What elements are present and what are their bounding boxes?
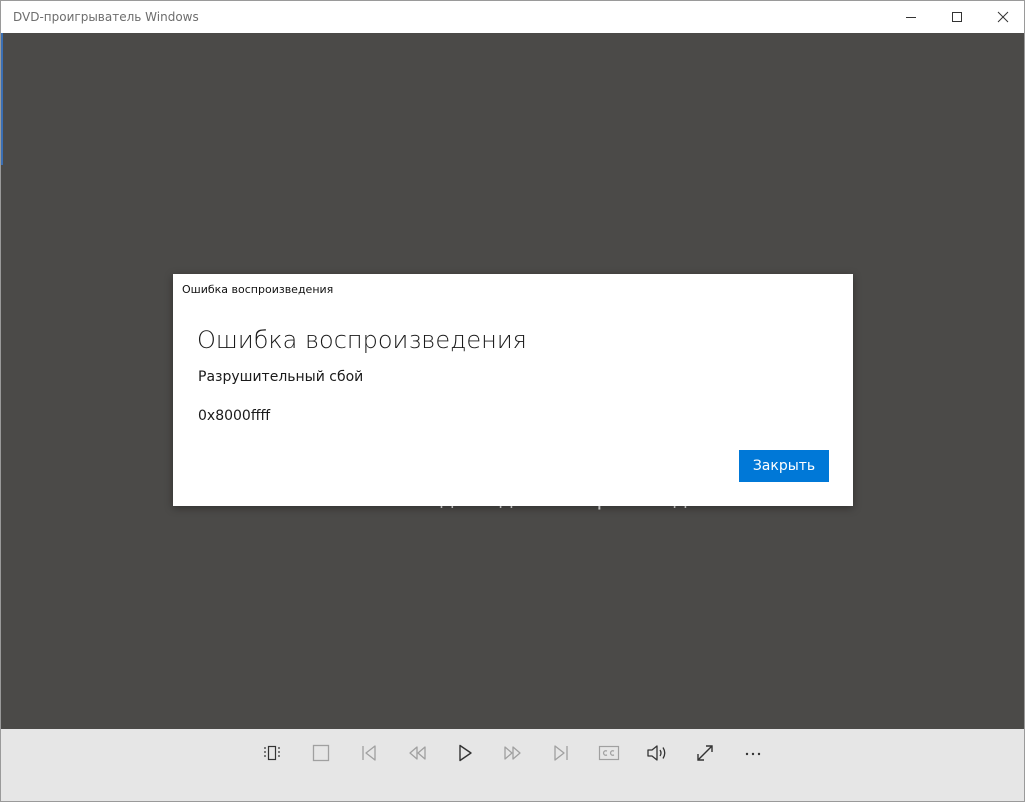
full-screen-icon — [697, 745, 713, 761]
close-window-button[interactable] — [980, 1, 1025, 33]
previous-chapter-button[interactable] — [349, 737, 389, 769]
menu-icon — [264, 745, 280, 761]
captions-button[interactable] — [589, 737, 629, 769]
error-code: 0x8000ffff — [198, 408, 271, 424]
stop-button[interactable] — [301, 737, 341, 769]
minimize-button[interactable] — [888, 1, 934, 33]
error-dialog: Ошибка воспроизведения Ошибка воспроизве… — [173, 274, 853, 506]
volume-icon — [647, 745, 666, 761]
captions-icon — [598, 745, 620, 761]
playback-control-bar — [1, 729, 1024, 801]
minimize-icon — [906, 17, 916, 18]
app-window: DVD-проигрыватель Windows Вставьте DVD-д… — [0, 0, 1025, 802]
play-button[interactable] — [445, 737, 485, 769]
fast-forward-button[interactable] — [493, 737, 533, 769]
more-options-icon — [745, 752, 761, 756]
rewind-icon — [409, 746, 426, 760]
close-dialog-button[interactable]: Закрыть — [739, 450, 829, 482]
next-chapter-button[interactable] — [541, 737, 581, 769]
volume-button[interactable] — [637, 737, 677, 769]
error-message: Разрушительный сбой — [198, 369, 364, 385]
maximize-button[interactable] — [934, 1, 980, 33]
video-area[interactable]: Вставьте DVD-диск для воспроизведения. О… — [1, 33, 1024, 729]
menu-button[interactable] — [252, 737, 292, 769]
play-icon — [459, 744, 472, 762]
title-bar[interactable]: DVD-проигрыватель Windows — [1, 1, 1024, 33]
full-screen-button[interactable] — [685, 737, 725, 769]
left-accent-strip — [1, 33, 3, 165]
window-title: DVD-проигрыватель Windows — [13, 10, 199, 24]
dialog-caption: Ошибка воспроизведения — [182, 283, 334, 296]
fast-forward-icon — [504, 746, 521, 760]
next-chapter-icon — [554, 745, 568, 761]
maximize-icon — [952, 12, 962, 22]
rewind-button[interactable] — [397, 737, 437, 769]
dialog-heading: Ошибка воспроизведения — [197, 326, 527, 354]
more-options-button[interactable] — [733, 737, 773, 769]
previous-chapter-icon — [362, 745, 376, 761]
stop-icon — [312, 744, 330, 762]
close-icon — [997, 11, 1009, 23]
